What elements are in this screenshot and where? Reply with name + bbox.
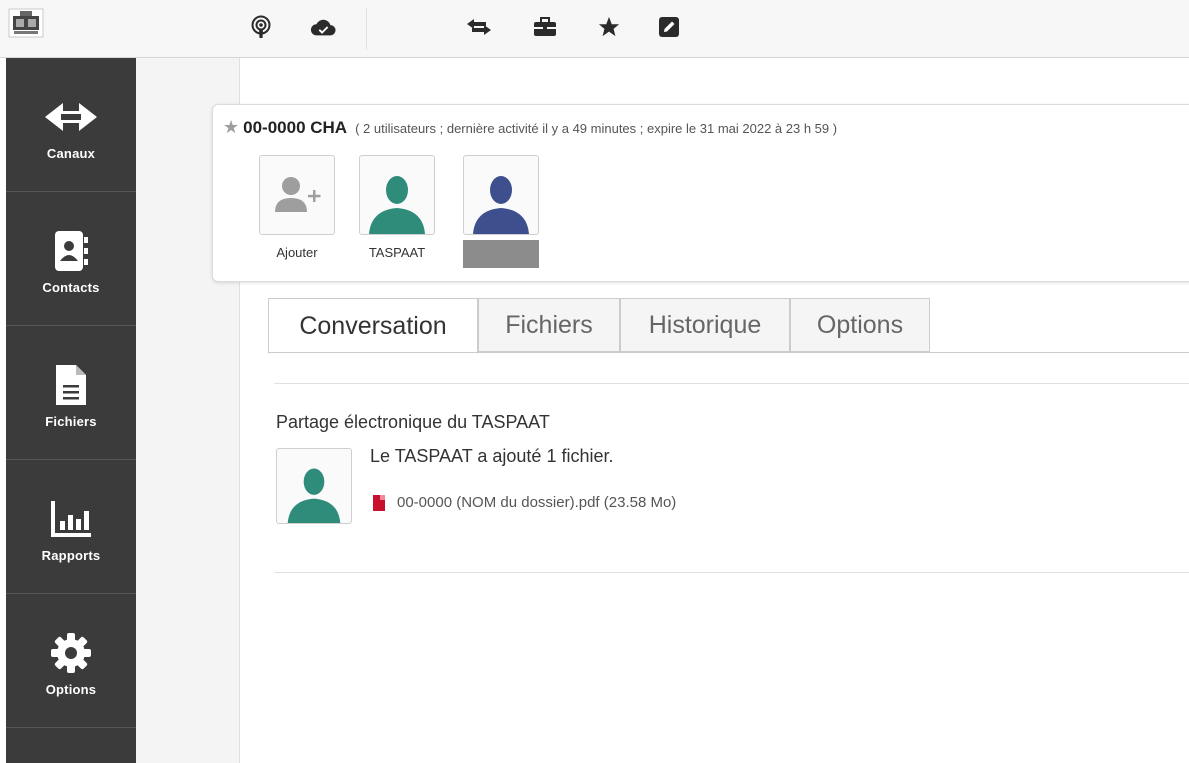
member-label: TASPAAT xyxy=(368,245,426,260)
tab-options[interactable]: Options xyxy=(790,298,930,352)
briefcase-icon[interactable] xyxy=(532,14,558,40)
channel-name: 00-0000 CHA xyxy=(243,118,348,137)
gear-icon xyxy=(50,628,92,678)
member-avatar-taspaat[interactable] xyxy=(359,155,435,235)
tab-underline xyxy=(268,352,1189,353)
divider xyxy=(274,383,1189,384)
coat-of-arms-logo xyxy=(8,8,44,38)
sidebar-item-fichiers[interactable]: Fichiers xyxy=(6,326,136,460)
tab-historique[interactable]: Historique xyxy=(620,298,790,352)
sidebar-item-contacts[interactable]: Contacts xyxy=(6,192,136,326)
user-avatar-icon xyxy=(369,176,425,234)
member-avatar-user[interactable] xyxy=(463,155,539,235)
pdf-file-icon xyxy=(373,494,385,511)
add-user-icon xyxy=(275,177,321,212)
toolbar-separator xyxy=(366,8,367,50)
sidebar: Canaux Contacts Fichiers Rapports Option… xyxy=(6,58,136,763)
sidebar-item-label: Contacts xyxy=(42,280,100,295)
message-text: Le TASPAAT a ajouté 1 fichier. xyxy=(370,446,614,466)
tab-fichiers[interactable]: Fichiers xyxy=(478,298,620,352)
contact-book-icon xyxy=(53,226,89,276)
sidebar-item-canaux[interactable]: Canaux xyxy=(6,58,136,192)
cloud-icon[interactable] xyxy=(310,14,336,40)
user-avatar-icon xyxy=(287,468,341,523)
bar-chart-icon xyxy=(49,494,93,544)
channel-meta: ( 2 utilisateurs ; dernière activité il … xyxy=(355,121,838,136)
redacted-member-name xyxy=(463,240,539,268)
star-icon[interactable] xyxy=(596,14,622,40)
channel-card: ★ 00-0000 CHA ( 2 utilisateurs ; dernièr… xyxy=(212,104,1189,282)
sidebar-item-rapports[interactable]: Rapports xyxy=(6,460,136,594)
tab-conversation[interactable]: Conversation xyxy=(268,298,478,354)
user-avatar-icon xyxy=(473,176,529,234)
file-icon xyxy=(54,360,88,410)
sidebar-item-label: Canaux xyxy=(46,146,96,161)
add-member-button[interactable] xyxy=(259,155,335,235)
conversation-title: Partage électronique du TASPAAT xyxy=(276,412,550,432)
edit-icon[interactable] xyxy=(656,14,682,40)
attachment-filename: 00-0000 (NOM du dossier).pdf (23.58 Mo) xyxy=(397,494,677,511)
sidebar-item-label: Rapports xyxy=(41,548,101,563)
sidebar-item-label: Fichiers xyxy=(45,414,97,429)
message-author-avatar[interactable] xyxy=(276,448,352,524)
sidebar-item-options[interactable]: Options xyxy=(6,594,136,728)
favorite-star-icon[interactable]: ★ xyxy=(223,117,239,138)
member-label: Ajouter xyxy=(276,245,318,260)
attachment-link[interactable]: 00-0000 (NOM du dossier).pdf (23.58 Mo) xyxy=(373,494,676,511)
exchange-arrows-icon[interactable] xyxy=(466,14,492,40)
podcast-icon[interactable] xyxy=(248,14,274,40)
divider xyxy=(274,572,1189,573)
exchange-arrows-icon xyxy=(45,92,97,142)
channel-header: ★ 00-0000 CHA ( 2 utilisateurs ; dernièr… xyxy=(223,117,837,138)
top-bar xyxy=(0,0,1189,58)
sidebar-item-label: Options xyxy=(45,682,97,697)
